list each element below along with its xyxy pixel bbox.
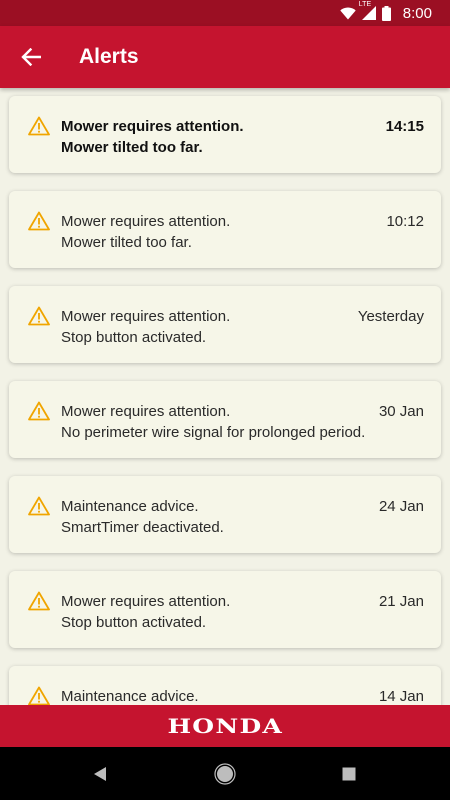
status-icons: LTE 8:00	[340, 0, 432, 26]
alert-card[interactable]: Maintenance advice. SmartTimer deactivate…	[9, 476, 441, 553]
alert-title: Mower requires attention.	[61, 403, 231, 420]
nav-home-button[interactable]	[211, 760, 239, 788]
alert-time: 10:12	[386, 213, 424, 230]
back-button[interactable]	[12, 38, 50, 76]
warning-icon	[28, 306, 50, 326]
warning-icon	[28, 211, 50, 231]
alert-message: Stop button activated.	[61, 329, 207, 346]
warning-icon	[28, 116, 50, 136]
warning-icon	[28, 686, 50, 705]
recents-square-icon	[342, 767, 356, 781]
warning-icon	[28, 496, 50, 516]
alert-title: Mower requires attention.	[61, 213, 231, 230]
alert-card[interactable]: Mower requires attention. Mower tilted to…	[9, 96, 441, 173]
alert-card[interactable]: Mower requires attention. No perimeter wi…	[9, 381, 441, 458]
nav-back-button[interactable]	[86, 760, 114, 788]
alert-time: 24 Jan	[378, 498, 424, 515]
nav-recents-button[interactable]	[335, 760, 363, 788]
alert-time: Yesterday	[357, 308, 424, 325]
alert-card[interactable]: Maintenance advice. 14 Jan	[9, 666, 441, 705]
alert-card[interactable]: Mower requires attention. Mower tilted to…	[9, 191, 441, 268]
honda-logo: HONDA	[167, 714, 283, 738]
alert-time: 30 Jan	[378, 403, 424, 420]
alert-time: 14 Jan	[378, 688, 424, 705]
app-bar: Alerts	[0, 26, 450, 88]
alert-title: Mower requires attention.	[61, 593, 231, 610]
status-time: 8:00	[402, 4, 432, 22]
alert-time: 21 Jan	[378, 593, 424, 610]
status-bar: LTE 8:00	[0, 0, 450, 26]
back-triangle-icon	[94, 767, 106, 781]
alert-list[interactable]: Mower requires attention. Mower tilted to…	[0, 88, 450, 705]
alert-title: Mower requires attention.	[61, 118, 244, 135]
page-title: Alerts	[79, 45, 139, 68]
alert-time: 14:15	[385, 118, 424, 135]
alert-message: No perimeter wire signal for prolonged p…	[61, 424, 366, 441]
battery-icon	[381, 5, 391, 21]
system-nav-bar	[0, 747, 450, 800]
alert-message: Stop button activated.	[61, 614, 207, 631]
alert-title: Mower requires attention.	[61, 308, 231, 325]
arrow-left-icon	[21, 48, 41, 66]
alert-message: SmartTimer deactivated.	[61, 519, 224, 536]
warning-icon	[28, 401, 50, 421]
footer-bar: HONDA	[0, 705, 450, 747]
cell-signal-icon: LTE	[359, 1, 376, 20]
alert-title: Maintenance advice.	[61, 688, 199, 705]
alert-title: Maintenance advice.	[61, 498, 199, 515]
home-circle-icon	[214, 763, 236, 785]
warning-icon	[28, 591, 50, 611]
alert-message: Mower tilted too far.	[61, 234, 192, 251]
alert-card[interactable]: Mower requires attention. Stop button act…	[9, 286, 441, 363]
alert-card[interactable]: Mower requires attention. Stop button act…	[9, 571, 441, 648]
network-type-label: LTE	[358, 1, 372, 8]
wifi-icon	[340, 7, 356, 19]
alert-message: Mower tilted too far.	[61, 139, 203, 156]
